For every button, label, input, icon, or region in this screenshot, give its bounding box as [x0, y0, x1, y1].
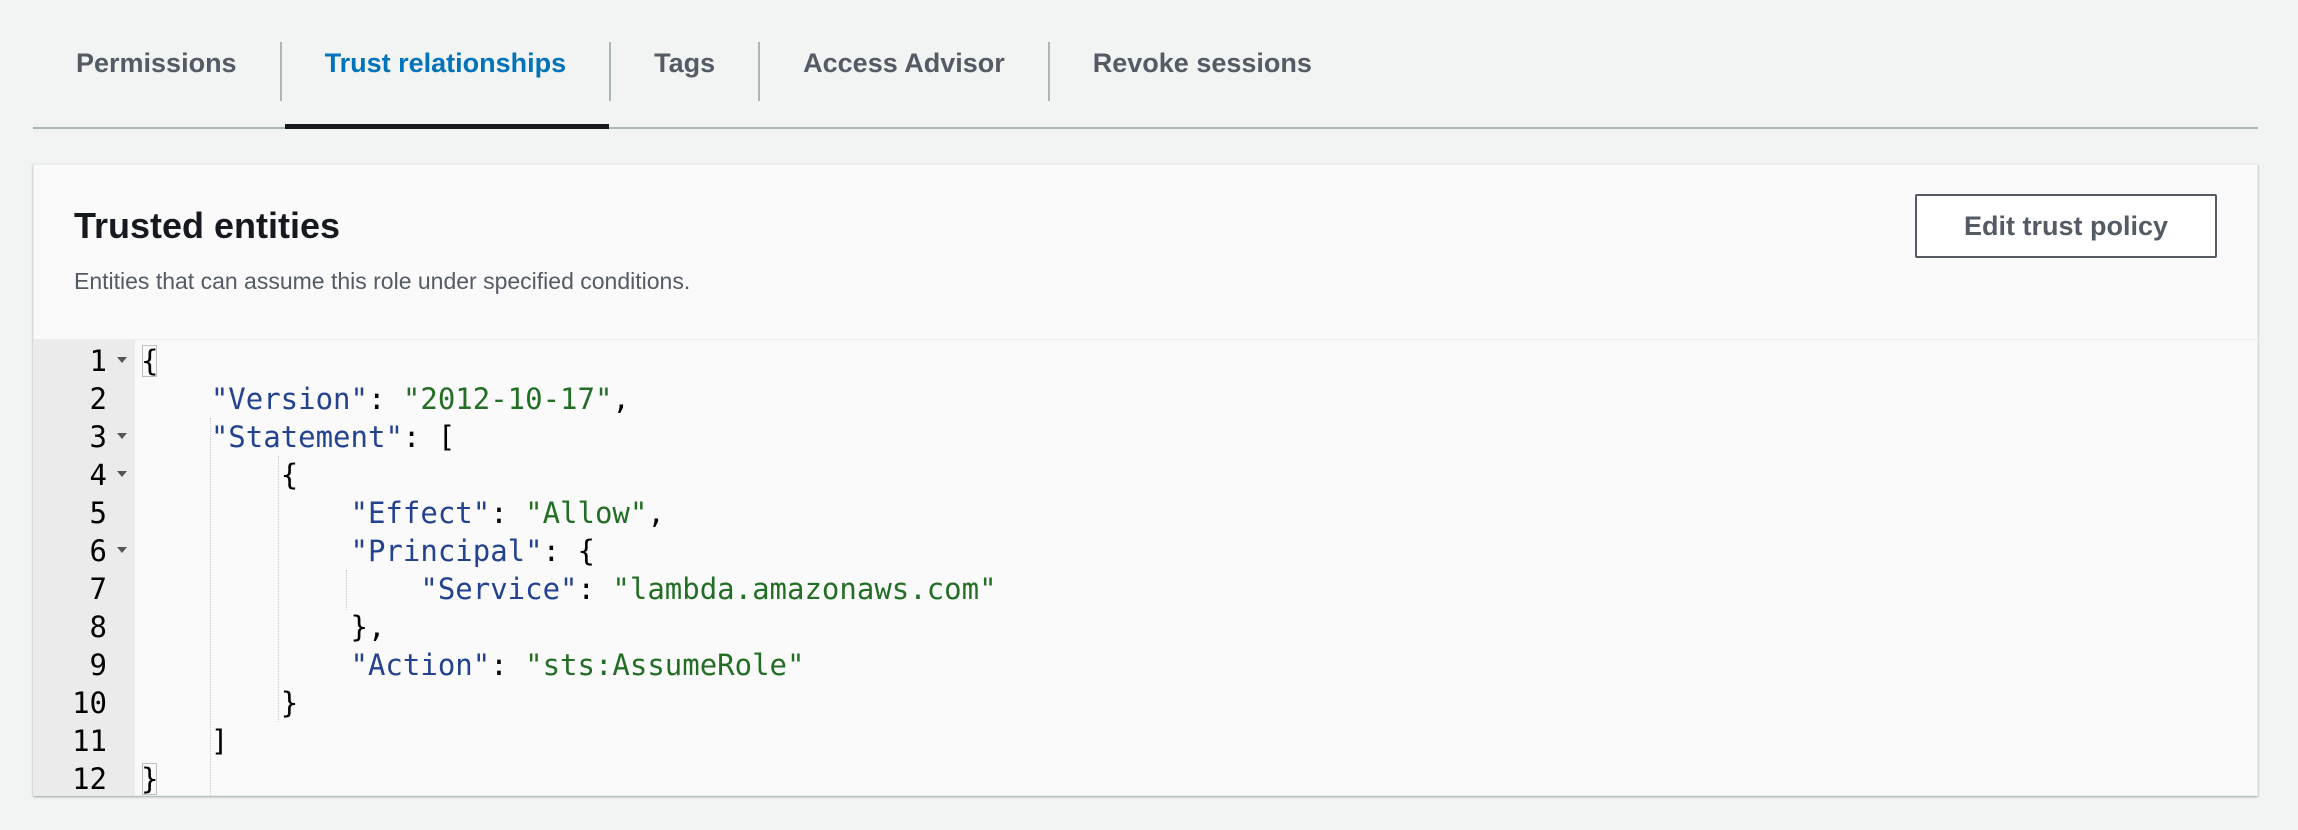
- gutter-line: 3: [34, 418, 135, 456]
- gutter-line: 2: [34, 380, 135, 418]
- code-line: }: [141, 760, 2257, 798]
- line-number: 4: [89, 458, 107, 492]
- line-number: 6: [89, 534, 107, 568]
- tab-tags[interactable]: Tags: [611, 0, 758, 127]
- gutter-line: 6: [34, 532, 135, 570]
- line-number: 2: [89, 382, 107, 416]
- line-number: 8: [89, 610, 107, 644]
- gutter-line: 12: [34, 760, 135, 798]
- gutter-line: 5: [34, 494, 135, 532]
- json-brace: {: [577, 534, 595, 568]
- code-content[interactable]: { "Version": "2012-10-17", "Statement": …: [135, 340, 2257, 798]
- line-number: 3: [89, 420, 107, 454]
- fold-arrow-icon[interactable]: [117, 433, 127, 439]
- json-bracket: [: [437, 420, 456, 454]
- tab-trust-relationships[interactable]: Trust relationships: [282, 0, 610, 129]
- json-string: "2012-10-17": [402, 382, 613, 416]
- gutter-line: 7: [34, 570, 135, 608]
- line-number: 12: [72, 762, 107, 796]
- code-line: ]: [141, 722, 2257, 760]
- line-number: 7: [89, 572, 107, 606]
- gutter-line: 8: [34, 608, 135, 646]
- code-line: "Action": "sts:AssumeRole": [350, 648, 805, 682]
- json-key: "Service": [420, 572, 578, 606]
- line-number-gutter: 1 2 3 4 5 6 7 8 9 10 11 12: [34, 340, 135, 796]
- json-bracket: ]: [210, 724, 229, 758]
- json-string: "sts:AssumeRole": [525, 648, 805, 682]
- code-line: }: [141, 684, 2257, 722]
- tab-revoke-sessions[interactable]: Revoke sessions: [1050, 0, 1355, 127]
- line-number: 1: [89, 344, 107, 378]
- code-line: "Effect": "Allow",: [350, 496, 665, 530]
- fold-arrow-icon[interactable]: [117, 547, 127, 553]
- fold-arrow-icon[interactable]: [117, 471, 127, 477]
- panel-title: Trusted entities: [74, 205, 341, 246]
- gutter-line: 4: [34, 456, 135, 494]
- panel-header: Trusted entities Entities that can assum…: [34, 165, 2257, 340]
- policy-code-editor[interactable]: 1 2 3 4 5 6 7 8 9 10 11 12 { "Version": …: [34, 340, 2257, 798]
- json-key: "Statement": [210, 420, 403, 454]
- json-key: "Effect": [350, 496, 491, 530]
- panel-description: Entities that can assume this role under…: [74, 268, 691, 294]
- code-line: "Principal": {: [350, 534, 595, 568]
- gutter-line: 10: [34, 684, 135, 722]
- json-key: "Principal": [350, 534, 543, 568]
- tab-bar: Permissions Trust relationships Tags Acc…: [33, 0, 2258, 129]
- code-line: {: [141, 456, 2257, 494]
- tab-permissions[interactable]: Permissions: [33, 0, 280, 127]
- json-brace: {: [141, 344, 159, 378]
- line-number: 9: [89, 648, 107, 682]
- json-brace: }: [280, 686, 299, 720]
- code-line: "Service": "lambda.amazonaws.com": [420, 572, 997, 606]
- tab-access-advisor[interactable]: Access Advisor: [760, 0, 1048, 127]
- line-number: 10: [72, 686, 107, 720]
- code-line: "Version": "2012-10-17",: [210, 382, 630, 416]
- json-brace: {: [280, 458, 299, 492]
- edit-trust-policy-button[interactable]: Edit trust policy: [1915, 194, 2217, 258]
- json-key: "Version": [210, 382, 368, 416]
- trusted-entities-panel: Trusted entities Entities that can assum…: [33, 164, 2258, 798]
- code-line: "Statement": [: [210, 420, 456, 454]
- iam-role-page: Permissions Trust relationships Tags Acc…: [0, 0, 2298, 830]
- json-brace: },: [350, 610, 386, 644]
- line-number: 11: [72, 724, 107, 758]
- fold-arrow-icon[interactable]: [117, 357, 127, 363]
- json-brace: }: [141, 762, 159, 796]
- gutter-line: 9: [34, 646, 135, 684]
- json-string: "Allow": [525, 496, 648, 530]
- line-number: 5: [89, 496, 107, 530]
- json-key: "Action": [350, 648, 491, 682]
- gutter-line: 11: [34, 722, 135, 760]
- json-string: "lambda.amazonaws.com": [612, 572, 997, 606]
- code-line: },: [141, 608, 2257, 646]
- code-line: {: [141, 342, 2257, 380]
- gutter-line: 1: [34, 342, 135, 380]
